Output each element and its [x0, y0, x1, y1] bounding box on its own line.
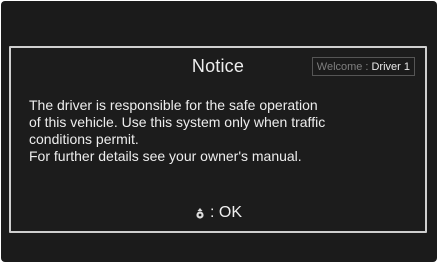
ok-button[interactable]: : OK — [11, 204, 425, 222]
display-background: Notice Welcome : Driver 1 The driver is … — [1, 1, 437, 262]
welcome-badge: Welcome : Driver 1 — [311, 57, 415, 76]
notice-dialog: Notice Welcome : Driver 1 The driver is … — [9, 46, 427, 233]
ok-label: : OK — [209, 204, 242, 221]
message-line: of this vehicle. Use this system only wh… — [29, 114, 326, 130]
screen: Notice Welcome : Driver 1 The driver is … — [0, 0, 440, 265]
message-line: conditions permit. — [29, 131, 139, 147]
message-line: The driver is responsible for the safe o… — [29, 97, 318, 113]
welcome-driver-name: Driver 1 — [371, 60, 410, 73]
welcome-separator: : — [365, 60, 369, 73]
message-line: For further details see your owner's man… — [29, 148, 302, 164]
notice-message: The driver is responsible for the safe o… — [29, 97, 409, 165]
interface-dial-icon — [194, 207, 206, 219]
welcome-label: Welcome — [316, 60, 363, 73]
